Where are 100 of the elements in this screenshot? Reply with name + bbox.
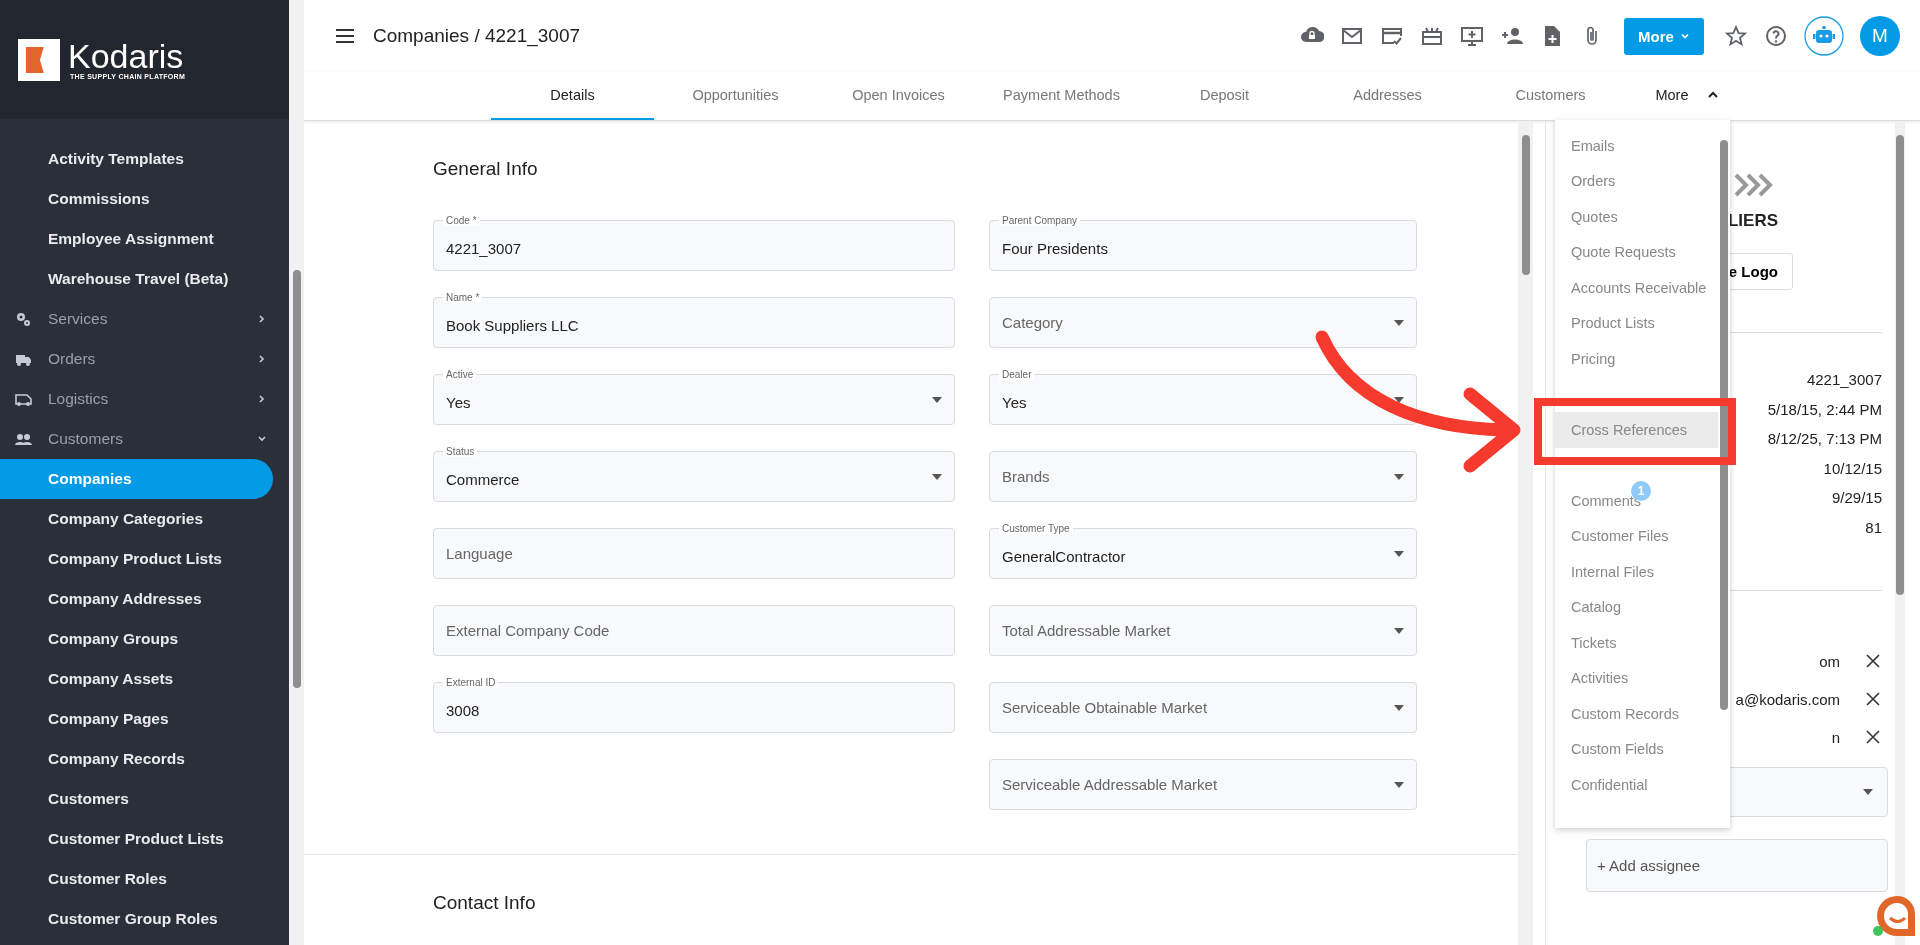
menu-item[interactable]: Catalog bbox=[1555, 589, 1718, 625]
dropdown-arrow-icon bbox=[1863, 789, 1873, 795]
menu-item[interactable]: Tickets bbox=[1555, 625, 1718, 661]
dropdown-arrow-icon bbox=[1394, 781, 1404, 788]
select-field[interactable]: Category bbox=[989, 297, 1417, 348]
chat-icon[interactable] bbox=[1872, 893, 1918, 939]
monitor-plus-icon[interactable] bbox=[1460, 24, 1484, 48]
van-icon bbox=[15, 391, 32, 407]
select-field[interactable]: Serviceable Obtainable Market bbox=[989, 682, 1417, 733]
brand-name: Kodaris bbox=[68, 39, 184, 73]
select-field[interactable]: Total Addressable Market bbox=[989, 605, 1417, 656]
field-label: Dealer bbox=[999, 369, 1035, 380]
nav-group-item[interactable]: Services bbox=[0, 299, 289, 339]
input-field[interactable]: External Company Code bbox=[433, 605, 955, 656]
menu-item[interactable]: Internal Files bbox=[1555, 554, 1718, 590]
detail-value: 4221_3007 bbox=[1806, 371, 1882, 390]
scrollbar-thumb[interactable] bbox=[1521, 135, 1530, 275]
menu-item[interactable]: Custom Records bbox=[1555, 696, 1718, 732]
menu-item[interactable]: Pricing bbox=[1555, 341, 1718, 377]
assignee-email: n bbox=[1831, 728, 1840, 746]
scrollbar-thumb[interactable] bbox=[1720, 140, 1728, 710]
nav-item[interactable]: Customers bbox=[0, 779, 273, 819]
close-icon[interactable] bbox=[1866, 692, 1880, 706]
detail-value: 9/29/15 bbox=[1831, 489, 1882, 508]
tab[interactable]: Details bbox=[491, 72, 654, 120]
dropdown-arrow-icon bbox=[1394, 396, 1404, 403]
nav-item[interactable]: Company Categories bbox=[0, 499, 273, 539]
nav-item[interactable]: Customer Roles bbox=[0, 859, 273, 899]
nav-item[interactable]: Customer Product Lists bbox=[0, 819, 273, 859]
nav-item[interactable]: Company Product Lists bbox=[0, 539, 273, 579]
nav-item[interactable]: Company Pages bbox=[0, 699, 273, 739]
tab[interactable]: Customers bbox=[1469, 72, 1632, 120]
more-button[interactable]: More bbox=[1624, 17, 1704, 55]
tab[interactable]: Opportunities bbox=[654, 72, 817, 120]
nav-item[interactable]: Commissions bbox=[0, 179, 273, 219]
field-label: Customer Type bbox=[999, 523, 1073, 534]
select-field[interactable]: Brands bbox=[989, 451, 1417, 502]
robot-icon[interactable] bbox=[1804, 16, 1844, 56]
chevron-down-icon bbox=[1679, 31, 1690, 41]
dropdown-arrow-icon bbox=[932, 396, 942, 403]
logo-icon bbox=[18, 38, 60, 81]
close-icon[interactable] bbox=[1866, 730, 1880, 744]
menu-item[interactable]: Activities bbox=[1555, 660, 1718, 696]
detail-value: 5/18/15, 2:44 PM bbox=[1767, 400, 1882, 420]
select-field[interactable]: Serviceable Addressable Market bbox=[989, 759, 1417, 810]
nav-group-label: Customers bbox=[48, 430, 124, 448]
tab[interactable]: Payment Methods bbox=[980, 72, 1143, 120]
close-icon[interactable] bbox=[1866, 654, 1880, 668]
nav-item[interactable]: Company Addresses bbox=[0, 579, 273, 619]
menu-item[interactable]: Product Lists bbox=[1555, 305, 1718, 341]
detail-value: 8/12/25, 7:13 PM bbox=[1767, 430, 1882, 449]
input-field[interactable]: Language bbox=[433, 528, 955, 579]
nav-item[interactable]: Employee Assignment bbox=[0, 219, 273, 259]
nav-item[interactable]: Company Assets bbox=[0, 659, 273, 699]
nav-group-label: Services bbox=[48, 310, 109, 328]
nav-item[interactable]: Customer Group Roles bbox=[0, 899, 273, 939]
scrollbar-thumb[interactable] bbox=[292, 270, 301, 688]
menu-item[interactable]: Customer Files bbox=[1555, 518, 1718, 554]
gears-icon bbox=[15, 311, 32, 327]
section-heading: Contact Info bbox=[433, 892, 537, 914]
avatar[interactable]: M bbox=[1860, 16, 1900, 56]
dropdown-arrow-icon bbox=[1394, 704, 1404, 711]
nav-group-item[interactable]: Customers bbox=[0, 419, 289, 459]
nav-item[interactable]: Companies bbox=[0, 459, 273, 499]
menu-item[interactable]: Quotes bbox=[1555, 199, 1718, 235]
dropdown-arrow-icon bbox=[1394, 550, 1404, 557]
tab[interactable]: Deposit bbox=[1143, 72, 1306, 120]
tab[interactable]: Addresses bbox=[1306, 72, 1469, 120]
star-icon[interactable] bbox=[1724, 24, 1748, 48]
section-heading: General Info bbox=[433, 158, 539, 180]
people-icon bbox=[15, 431, 32, 447]
field-label: Status bbox=[443, 446, 478, 457]
field-label: Active bbox=[443, 369, 477, 380]
menu-item[interactable]: Orders bbox=[1555, 163, 1718, 199]
help-icon[interactable] bbox=[1764, 24, 1788, 48]
detail-value: 81 bbox=[1865, 518, 1882, 538]
dropdown-arrow-icon bbox=[1394, 627, 1404, 634]
nav-item[interactable]: Warehouse Travel (Beta) bbox=[0, 259, 273, 299]
nav-item[interactable]: Activity Templates bbox=[0, 139, 273, 179]
menu-icon[interactable] bbox=[336, 29, 354, 43]
nav-group-item[interactable]: Orders bbox=[0, 339, 289, 379]
dropdown-arrow-icon bbox=[932, 473, 942, 480]
dropdown-arrow-icon bbox=[1394, 319, 1404, 326]
nav-group-label: Logistics bbox=[48, 390, 110, 408]
more-tab[interactable]: More bbox=[1632, 72, 1742, 120]
nav-item[interactable]: Company Groups bbox=[0, 619, 273, 659]
scrollbar-thumb[interactable] bbox=[1896, 135, 1904, 595]
menu-item[interactable]: Emails bbox=[1555, 128, 1718, 164]
field-label: Parent Company bbox=[999, 215, 1081, 226]
menu-item[interactable]: Cross References bbox=[1555, 412, 1718, 448]
company-logo-text: LIERS bbox=[1727, 211, 1778, 231]
breadcrumb: Companies / 4221_3007 bbox=[373, 25, 582, 47]
add-assignee-field[interactable]: + Add assignee bbox=[1586, 839, 1888, 892]
tab[interactable]: Open Invoices bbox=[817, 72, 980, 120]
nav-group-item[interactable]: Logistics bbox=[0, 379, 289, 419]
nav-item[interactable]: Company Records bbox=[0, 739, 273, 779]
menu-item[interactable]: Confidential bbox=[1555, 767, 1718, 803]
field-label: External ID bbox=[443, 677, 499, 688]
menu-item[interactable]: Custom Fields bbox=[1555, 731, 1718, 767]
field-label: Name * bbox=[443, 292, 483, 303]
